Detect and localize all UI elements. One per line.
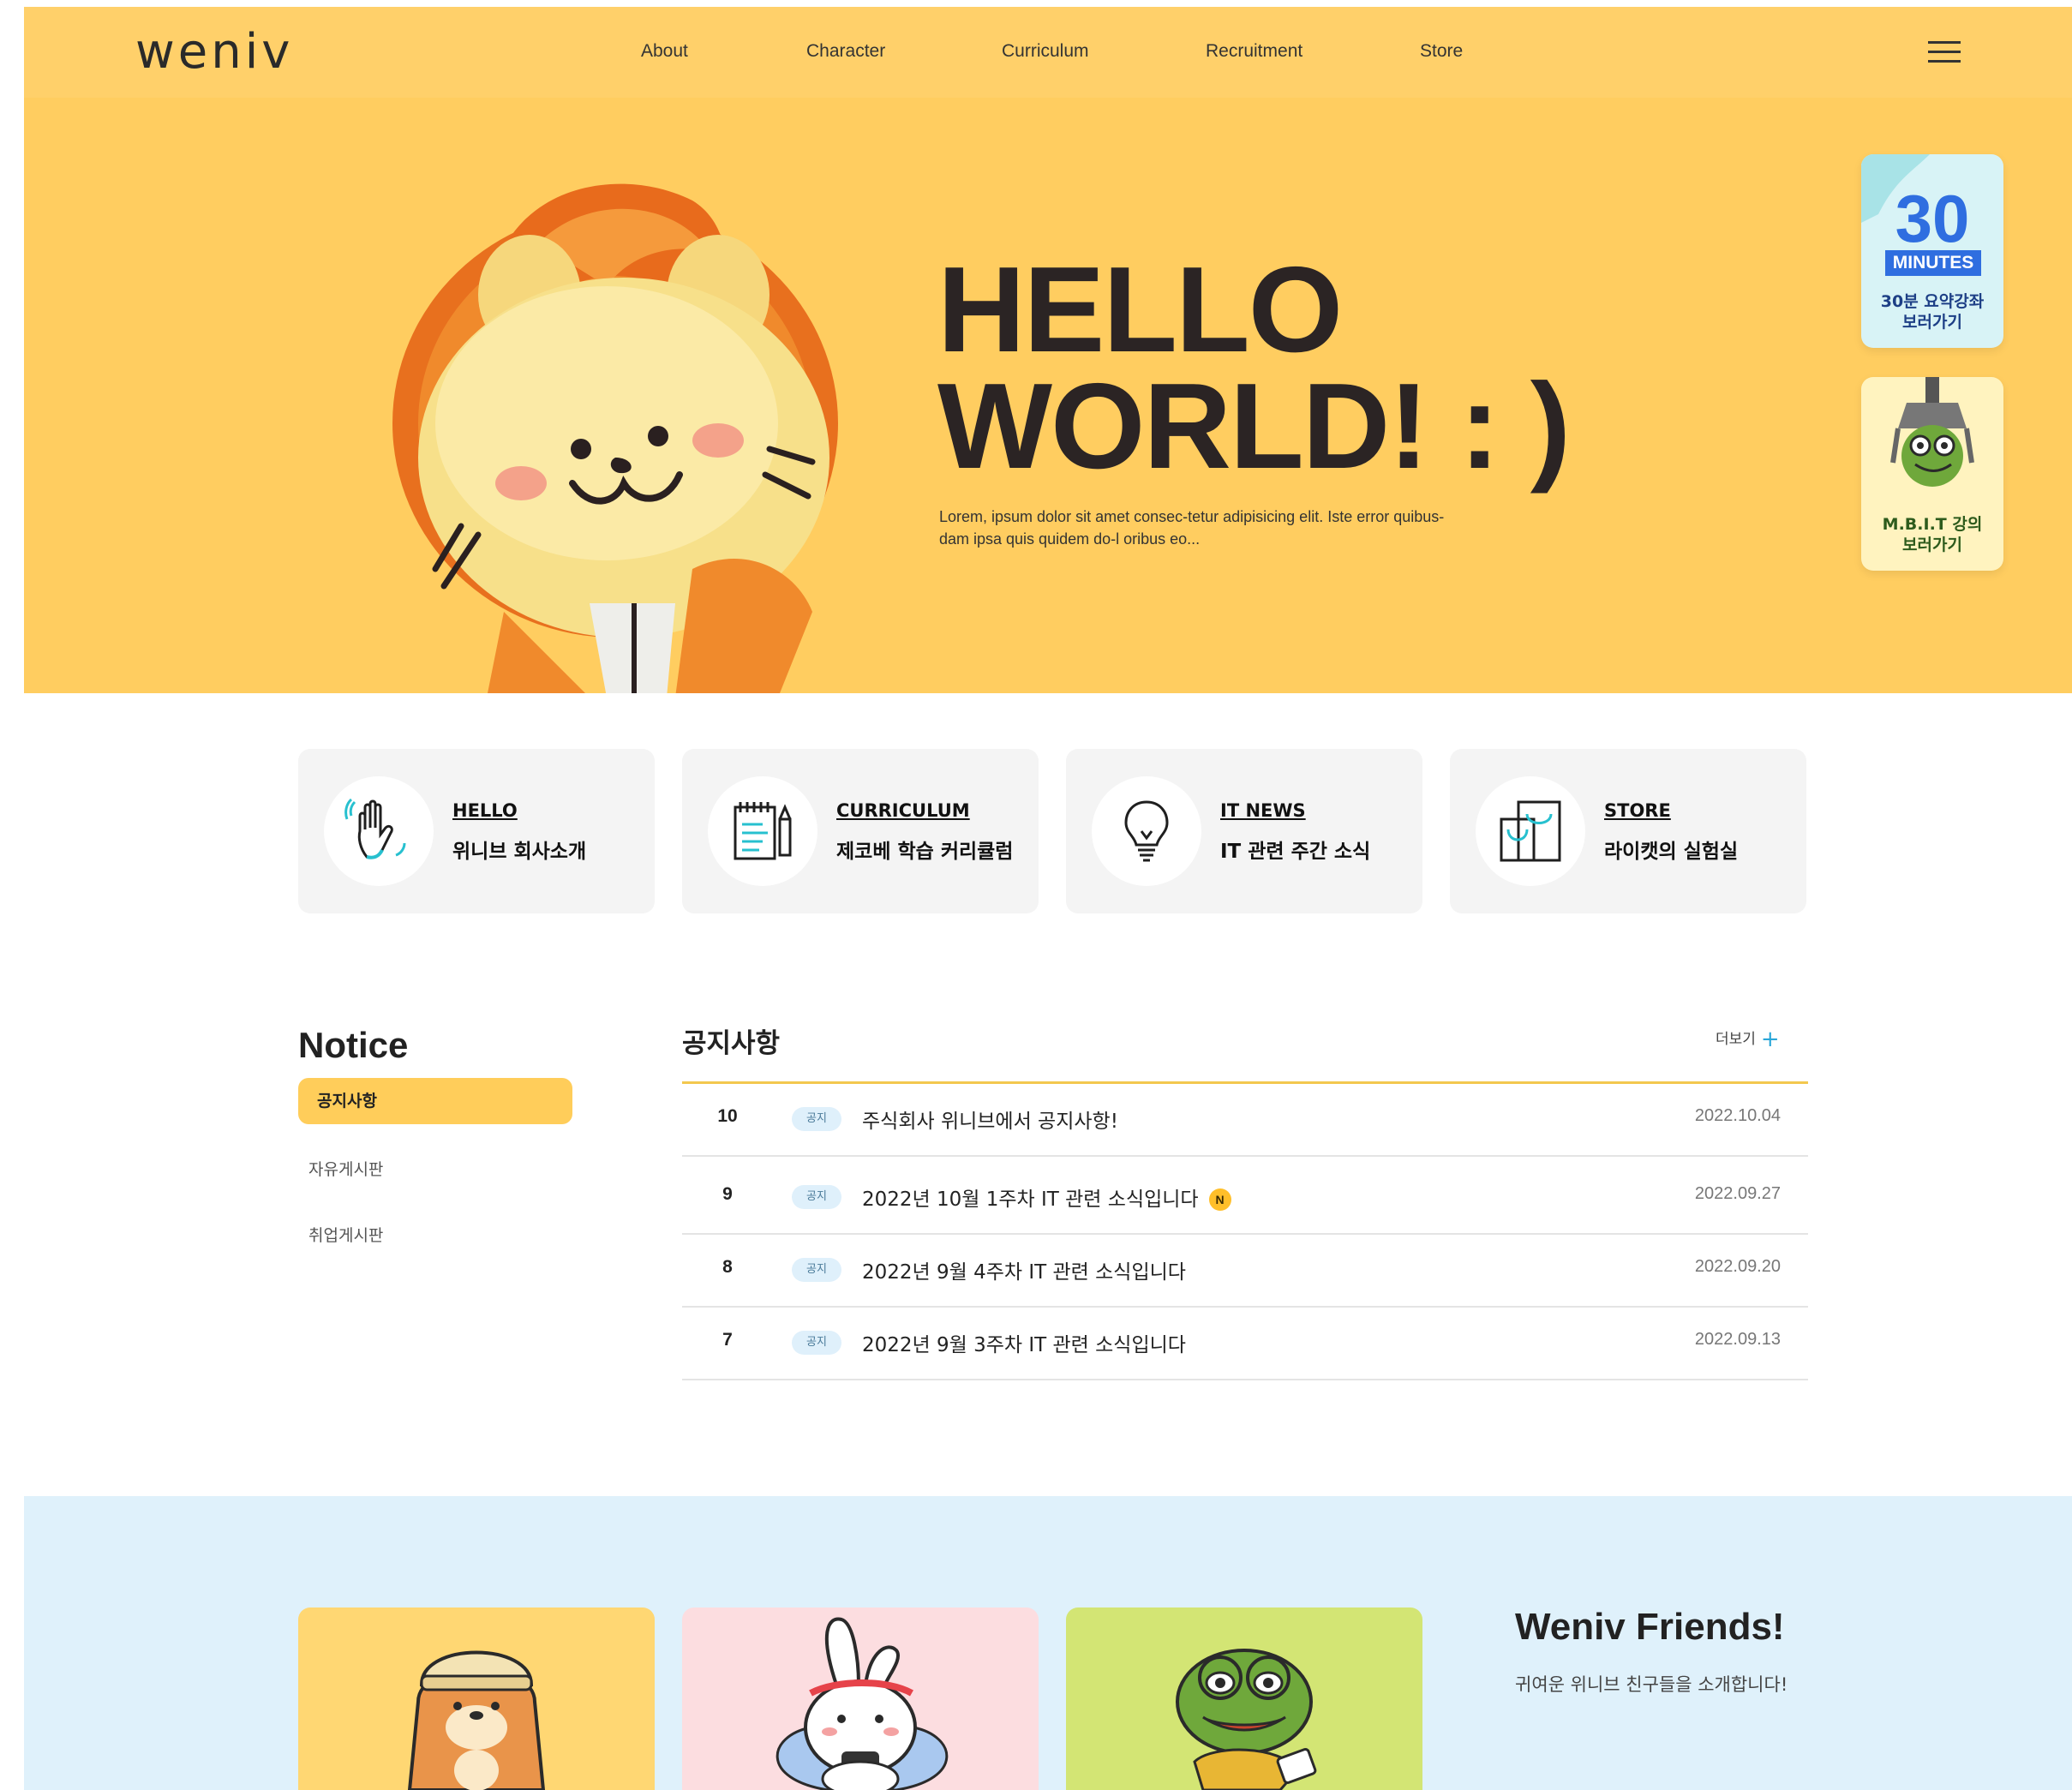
table-row[interactable]: 8 공지 2022년 9월 4주차 IT 관련 소식입니다 2022.09.20 [682,1235,1808,1308]
main-nav: About Character Curriculum Recruitment S… [24,41,2072,67]
nav-character[interactable]: Character [806,41,885,62]
friend-card-otter[interactable] [298,1607,655,1790]
side-card-label-line1: M.B.I.T 강의 [1882,515,1983,534]
quick-card-store[interactable]: STORE 라이캣의 실험실 [1450,749,1806,913]
hero-title-line2: WORLD! : ) [937,358,1571,494]
row-number: 7 [722,1330,733,1350]
friend-card-frog[interactable] [1066,1607,1422,1790]
rabbit-character-illustration [776,1617,949,1790]
notice-heading: Notice [298,1025,409,1065]
nav-curriculum[interactable]: Curriculum [1002,41,1089,62]
lion-character-illustration [392,183,838,693]
side-card-label-line2: 보러가기 [1902,313,1962,332]
hero-banner: HELLO WORLD! : ) Lorem, ipsum dolor sit … [24,98,2072,693]
quick-card-icon-wrap [708,776,817,886]
side-card-mbit[interactable]: M.B.I.T 강의 보러가기 [1861,377,2003,571]
frog-character-illustration [1176,1649,1317,1790]
more-link-label: 더보기 [1716,1031,1756,1048]
plus-icon: + [1760,1027,1780,1052]
lightbulb-icon [1124,800,1169,862]
table-row[interactable]: 10 공지 주식회사 위니브에서 공지사항! 2022.10.04 [682,1084,1808,1157]
otter-character-illustration [407,1650,546,1790]
hero-title: HELLO WORLD! : ) [937,249,1571,488]
hero-description: Lorem, ipsum dolor sit amet consec-tetur… [939,508,1445,548]
shopping-bag-icon [1500,800,1561,862]
side-card-30min[interactable]: 30 MINUTES 30분 요약강좌 보러가기 [1861,154,2003,348]
nav-about[interactable]: About [641,41,688,62]
hamburger-menu-icon[interactable] [1928,41,1961,63]
more-link[interactable]: 더보기 + [1716,1027,1780,1052]
row-number: 9 [722,1184,733,1204]
quick-card-icon-wrap [324,776,434,886]
hand-wave-icon [344,798,406,859]
quick-card-subtitle: 위니브 회사소개 [452,841,587,863]
quick-card-subtitle: IT 관련 주간 소식 [1220,841,1371,863]
side-card-label: M.B.I.T 강의 보러가기 [1861,514,2003,555]
row-date: 2022.09.13 [1694,1330,1781,1349]
row-title: 주식회사 위니브에서 공지사항! [862,1111,1118,1133]
friends-subtitle: 귀여운 위니브 친구들을 소개합니다! [1515,1674,1788,1695]
side-card-label-line2: 보러가기 [1902,536,1962,554]
friend-card-rabbit[interactable] [682,1607,1039,1790]
row-tag: 공지 [792,1185,841,1209]
side-card-badge: MINUTES [1885,250,1981,276]
quick-card-subtitle: 라이캣의 실험실 [1604,841,1739,863]
quick-card-icon-wrap [1476,776,1585,886]
row-title: 2022년 9월 3주차 IT 관련 소식입니다 [862,1334,1186,1356]
nav-recruitment[interactable]: Recruitment [1206,41,1302,62]
table-row[interactable]: 9 공지 2022년 10월 1주차 IT 관련 소식입니다 N 2022.09.… [682,1162,1808,1235]
notice-tab-jobs-board[interactable]: 취업게시판 [308,1223,383,1246]
frog-claw-machine-icon [1890,377,1974,487]
row-tag: 공지 [792,1107,841,1131]
row-date: 2022.10.04 [1694,1106,1781,1125]
friends-title: Weniv Friends! [1515,1606,1785,1648]
quick-card-it-news[interactable]: IT NEWS IT 관련 주간 소식 [1066,749,1422,913]
row-title-wrap: 2022년 10월 1주차 IT 관련 소식입니다 N [862,1182,1231,1212]
quick-card-subtitle: 제코베 학습 커리큘럼 [836,841,1014,863]
quick-card-curriculum[interactable]: CURRICULUM 제코베 학습 커리큘럼 [682,749,1039,913]
quick-card-hello[interactable]: HELLO 위니브 회사소개 [298,749,655,913]
nav-store[interactable]: Store [1420,41,1463,62]
quick-card-title: IT NEWS [1220,800,1306,821]
quick-card-icon-wrap [1092,776,1201,886]
notice-tab-announcements[interactable]: 공지사항 [298,1078,572,1124]
row-number: 10 [717,1106,738,1126]
row-tag: 공지 [792,1258,841,1282]
row-title: 2022년 9월 4주차 IT 관련 소식입니다 [862,1261,1186,1284]
side-card-number: 30 [1895,181,1970,256]
site-header: weniv About Character Curriculum Recruit… [24,7,2072,98]
row-tag: 공지 [792,1331,841,1355]
row-number: 8 [722,1257,733,1277]
quick-card-title: STORE [1604,800,1671,821]
table-row[interactable]: 7 공지 2022년 9월 3주차 IT 관련 소식입니다 2022.09.13 [682,1308,1808,1380]
notepad-icon [734,802,792,860]
board-title: 공지사항 [682,1028,781,1059]
row-date: 2022.09.20 [1694,1257,1781,1276]
row-title: 2022년 10월 1주차 IT 관련 소식입니다 [862,1188,1199,1211]
row-date: 2022.09.27 [1694,1184,1781,1203]
new-badge: N [1208,1188,1231,1211]
side-card-label-line1: 30분 요약강좌 [1880,292,1985,311]
quick-card-title: CURRICULUM [836,800,970,821]
notice-tab-free-board[interactable]: 자유게시판 [308,1157,383,1180]
quick-card-title: HELLO [452,800,518,821]
side-card-label: 30분 요약강좌 보러가기 [1861,291,2003,332]
